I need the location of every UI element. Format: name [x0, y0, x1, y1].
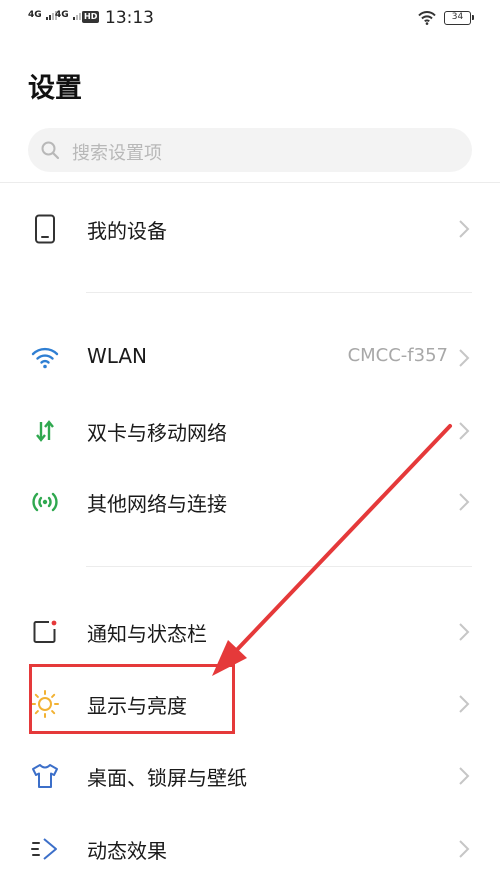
battery-indicator: 34 — [444, 11, 474, 25]
settings-item-my-device[interactable]: 我的设备 — [0, 194, 500, 264]
search-placeholder: 搜索设置项 — [72, 143, 162, 164]
settings-item-label: 双卡与移动网络 — [87, 421, 227, 445]
status-time: 13:13 — [105, 8, 154, 28]
search-icon — [40, 140, 60, 164]
status-bar: 4G 4G HD 13:13 34 — [0, 0, 500, 40]
settings-item-other-networks[interactable]: 其他网络与连接 — [0, 467, 500, 537]
hd-badge: HD — [82, 11, 100, 23]
wifi-status-icon — [418, 10, 436, 29]
settings-item-wlan[interactable]: WLAN CMCC-f357 — [0, 323, 500, 393]
section-divider — [86, 566, 472, 567]
settings-item-notifications-status-bar[interactable]: 通知与状态栏 — [0, 597, 500, 667]
notification-icon — [28, 615, 62, 649]
signal-1-label: 4G — [28, 10, 42, 20]
chevron-right-icon — [458, 622, 470, 646]
signal-1-indicator: 4G — [28, 10, 58, 20]
settings-item-label: 桌面、锁屏与壁纸 — [87, 766, 247, 790]
settings-item-motion-effects[interactable]: 动态效果 — [0, 814, 500, 884]
signal-2-label: 4G — [55, 10, 69, 20]
chevron-right-icon — [458, 421, 470, 445]
page-title: 设置 — [28, 73, 82, 104]
chevron-right-icon — [458, 492, 470, 516]
chevron-right-icon — [458, 219, 470, 243]
data-arrows-icon — [28, 414, 62, 448]
settings-item-label: 其他网络与连接 — [87, 492, 227, 516]
header-divider — [0, 182, 500, 183]
chevron-right-icon — [458, 348, 470, 372]
annotation-highlight-box — [29, 664, 235, 734]
settings-item-dual-sim-mobile-network[interactable]: 双卡与移动网络 — [0, 396, 500, 466]
section-divider — [86, 292, 472, 293]
settings-item-label: 通知与状态栏 — [87, 622, 207, 646]
hotspot-icon — [28, 485, 62, 519]
chevron-right-icon — [458, 694, 470, 718]
settings-item-label: 我的设备 — [87, 219, 167, 243]
phone-icon — [28, 212, 62, 246]
signal-2-indicator: 4G — [55, 10, 85, 20]
chevron-right-icon — [458, 766, 470, 790]
settings-item-label: 动态效果 — [87, 839, 167, 863]
motion-icon — [28, 832, 62, 866]
settings-item-label: WLAN — [87, 344, 148, 368]
shirt-icon — [28, 759, 62, 793]
chevron-right-icon — [458, 839, 470, 863]
wifi-icon — [28, 341, 62, 375]
search-input[interactable]: 搜索设置项 — [28, 128, 472, 172]
wlan-network-name: CMCC-f357 — [347, 345, 448, 366]
settings-item-desktop-lockscreen-wallpaper[interactable]: 桌面、锁屏与壁纸 — [0, 741, 500, 811]
